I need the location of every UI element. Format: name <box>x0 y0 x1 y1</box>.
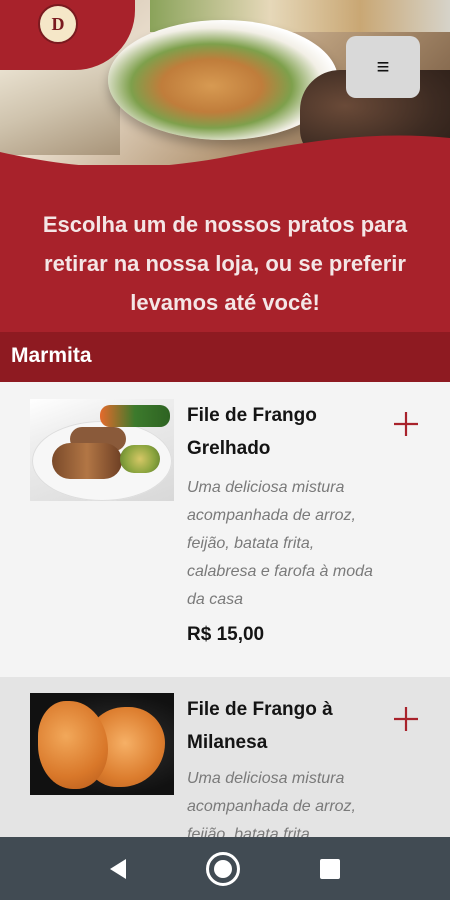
product-card[interactable]: File de Frango à Milanesa Uma deliciosa … <box>0 677 450 899</box>
hamburger-icon: ≡ <box>376 54 390 79</box>
restaurant-logo[interactable]: D <box>38 4 78 44</box>
product-price: R$ 15,00 <box>187 624 265 645</box>
product-image <box>30 693 174 795</box>
system-navigation-bar <box>0 837 450 900</box>
product-name: File de Frango Grelhado <box>187 405 317 459</box>
hero-banner: Escolha um de nossos pratos para retirar… <box>0 135 450 332</box>
product-name: File de Frango à Milanesa <box>187 699 333 753</box>
add-to-cart-icon[interactable] <box>392 705 420 733</box>
product-image <box>30 399 174 501</box>
add-to-cart-icon[interactable] <box>392 410 420 438</box>
recent-square-icon[interactable] <box>320 858 340 879</box>
home-circle-icon[interactable] <box>206 851 240 886</box>
menu-button[interactable]: ≡ <box>346 36 420 98</box>
svg-text:D: D <box>52 14 65 34</box>
logo-emblem-icon: D <box>52 14 65 34</box>
banner-headline: Escolha um de nossos pratos para retirar… <box>42 212 408 315</box>
back-triangle-icon[interactable] <box>110 858 126 879</box>
section-title-marmita: Marmita <box>0 332 450 382</box>
banner-wave <box>0 135 450 175</box>
product-description: Uma deliciosa mistura acompanhada de arr… <box>187 479 373 608</box>
product-card[interactable]: File de Frango Grelhado Uma deliciosa mi… <box>0 382 450 677</box>
